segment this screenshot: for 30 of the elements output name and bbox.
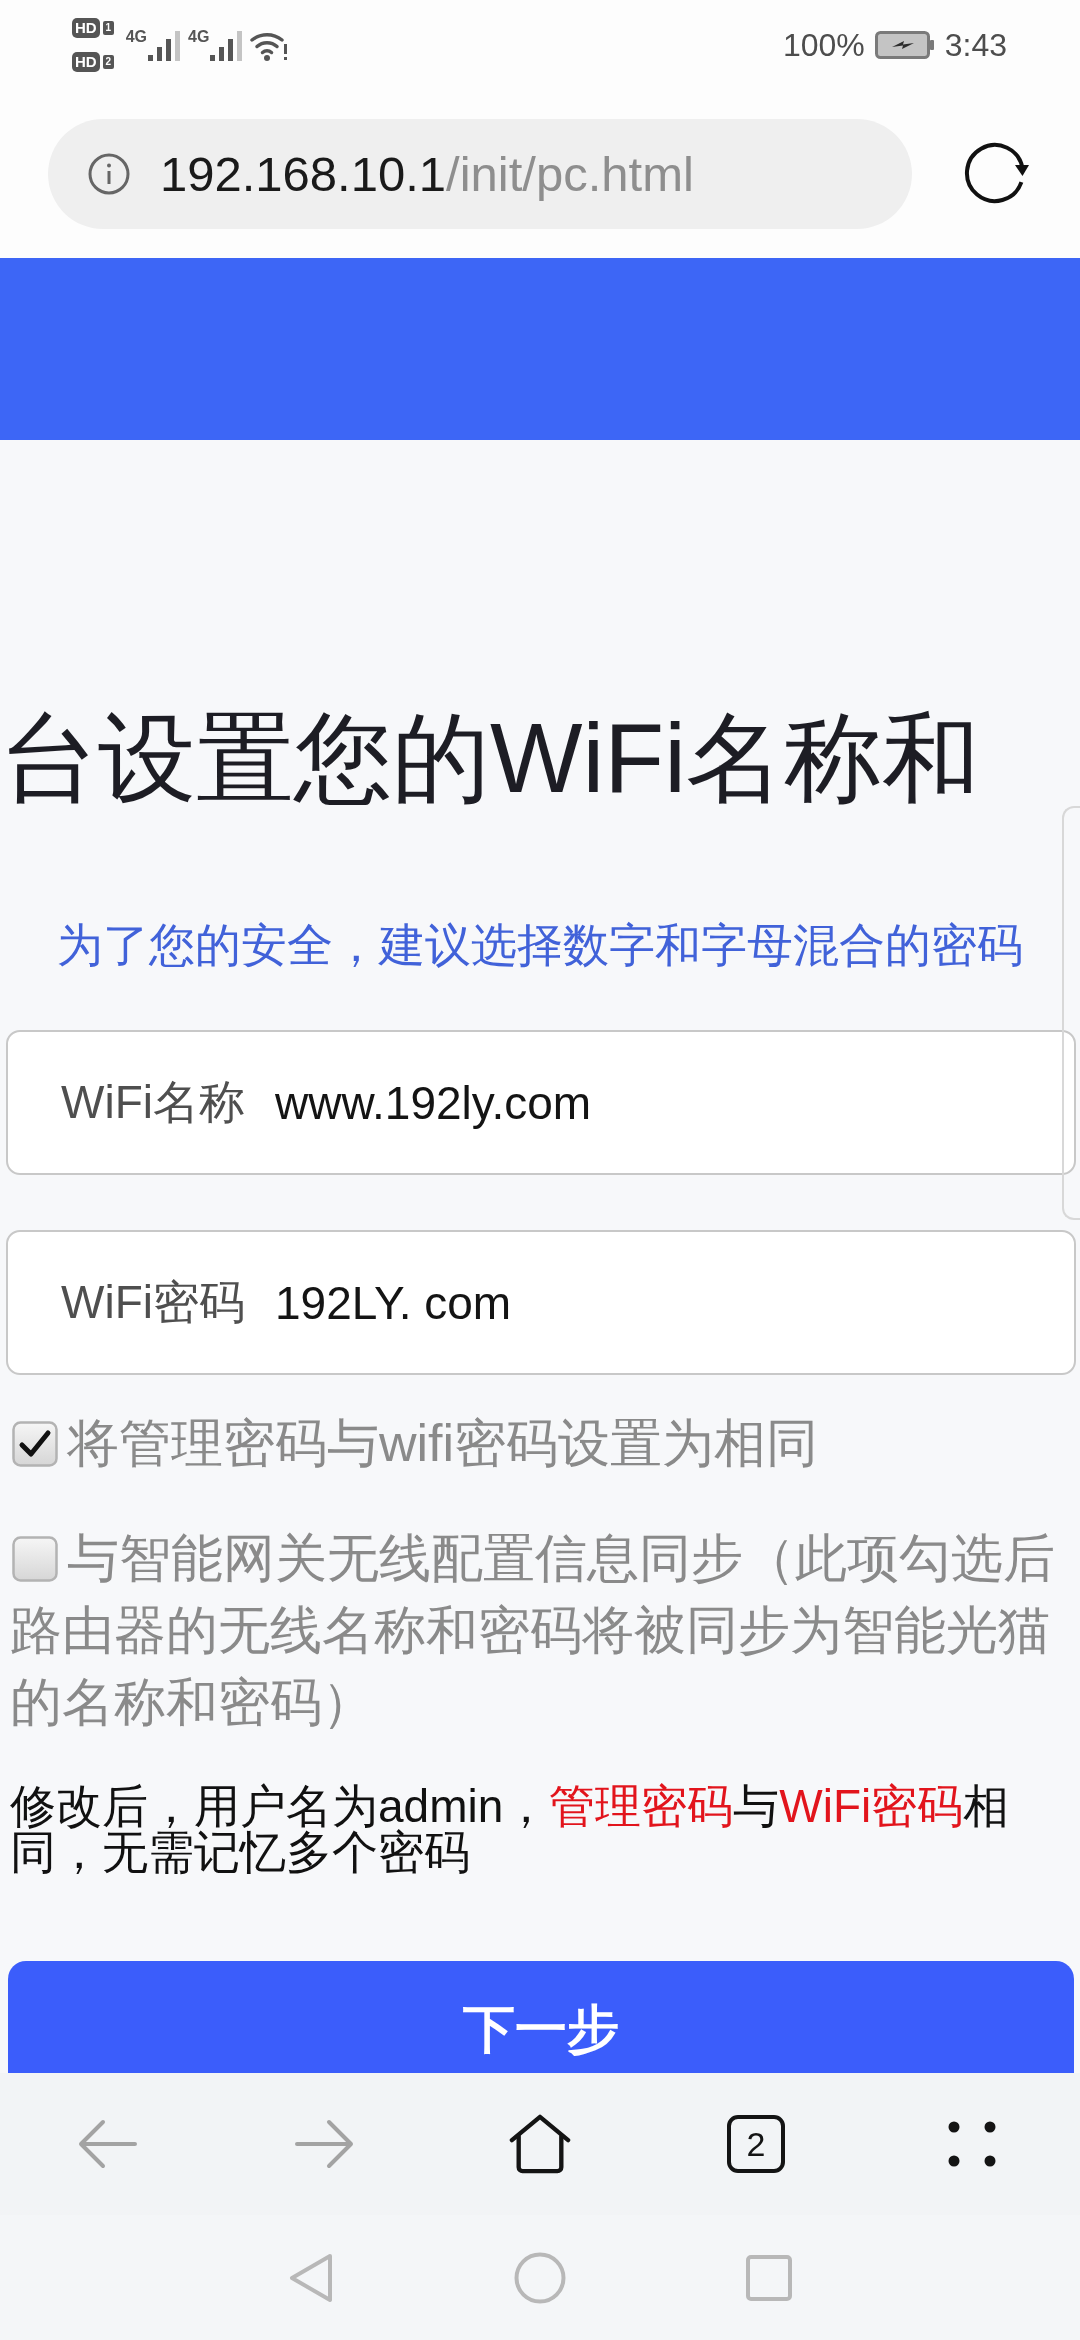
text-field[interactable]: WiFi名称 www.192ly.com <box>6 1030 1076 1175</box>
signal-icon <box>210 31 243 61</box>
field-value: 192LY. com <box>274 1275 512 1330</box>
recents-square-icon[interactable] <box>746 2254 792 2301</box>
home-icon[interactable] <box>509 2113 571 2175</box>
signal-icon <box>148 31 180 61</box>
back-triangle-icon[interactable] <box>289 2252 333 2303</box>
home-circle-icon[interactable] <box>514 2251 566 2304</box>
info-icon[interactable] <box>88 153 130 195</box>
battery-percent: 100% <box>782 26 865 64</box>
sim-slot-number: 1 <box>102 21 114 35</box>
network-type-label: 4G <box>188 29 210 45</box>
url-text: 192.168.10.1/init/pc.html <box>160 146 694 202</box>
field-label: WiFi密码 <box>61 1274 245 1330</box>
field-label: WiFi名称 <box>61 1074 245 1130</box>
hd-indicator: HD <box>72 18 100 38</box>
text-field[interactable]: WiFi密码 192LY. com <box>6 1230 1076 1375</box>
page-title: 台设置您的WiFi名称和 <box>0 702 980 815</box>
sim-slot-number: 2 <box>102 55 114 69</box>
battery-charging-icon <box>874 31 935 59</box>
tabs-button[interactable]: 2 <box>727 2115 785 2173</box>
next-button[interactable]: 下一步 <box>8 1961 1074 2073</box>
field-value: www.192ly.com <box>274 1075 592 1130</box>
address-field[interactable]: 192.168.10.1/init/pc.html <box>48 119 912 229</box>
hint-text: 为了您的安全，建议选择数字和字母混合的密码 <box>57 918 1023 973</box>
notice-text: 修改后，用户名为admin，管理密码与WiFi密码相同，无需记忆多个密码 <box>9 1783 1011 1875</box>
menu-icon[interactable] <box>948 2121 996 2167</box>
network-type-label: 4G <box>125 29 147 45</box>
clock-time: 3:43 <box>944 26 1007 64</box>
hd-indicator: HD <box>72 52 100 72</box>
